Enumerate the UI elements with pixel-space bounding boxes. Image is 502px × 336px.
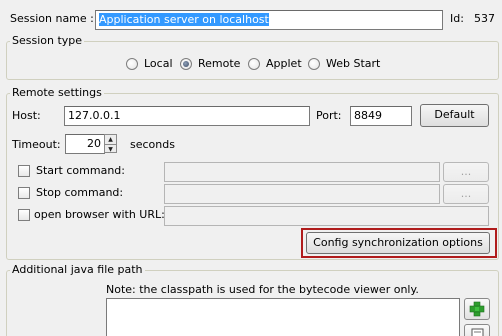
session-id-value: 537 bbox=[474, 12, 495, 25]
session-id-label: Id: bbox=[450, 12, 464, 25]
open-browser-label[interactable]: open browser with URL: bbox=[34, 208, 165, 222]
radio-web-start-label[interactable]: Web Start bbox=[326, 57, 380, 71]
timeout-value: 20 bbox=[87, 137, 101, 150]
timeout-input[interactable]: 20 bbox=[65, 134, 105, 154]
config-sync-button[interactable]: Config synchronization options bbox=[306, 232, 490, 254]
start-command-input[interactable] bbox=[164, 162, 440, 182]
add-path-button[interactable] bbox=[464, 298, 490, 320]
edit-path-button[interactable] bbox=[464, 324, 490, 336]
start-command-checkbox[interactable] bbox=[18, 165, 30, 177]
radio-web-start[interactable] bbox=[308, 58, 320, 70]
session-name-label: Session name : bbox=[10, 12, 94, 25]
radio-remote[interactable] bbox=[180, 58, 192, 70]
session-type-legend: Session type bbox=[10, 34, 85, 48]
radio-remote-label[interactable]: Remote bbox=[198, 57, 240, 71]
java-path-legend: Additional java file path bbox=[10, 263, 145, 277]
stop-command-label[interactable]: Stop command: bbox=[36, 186, 123, 200]
classpath-list[interactable] bbox=[106, 298, 460, 336]
timeout-spinner[interactable]: ▲ ▼ bbox=[104, 134, 117, 153]
start-command-browse-button[interactable]: ... bbox=[443, 162, 489, 182]
spinner-up-icon[interactable]: ▲ bbox=[105, 135, 116, 144]
port-label: Port: bbox=[316, 109, 342, 122]
radio-applet[interactable] bbox=[248, 58, 260, 70]
spinner-down-icon[interactable]: ▼ bbox=[105, 144, 116, 153]
host-label: Host: bbox=[12, 109, 41, 122]
radio-local[interactable] bbox=[126, 58, 138, 70]
port-input[interactable]: 8849 bbox=[350, 106, 412, 126]
open-browser-checkbox[interactable] bbox=[18, 209, 30, 221]
open-browser-url-input[interactable] bbox=[164, 206, 489, 226]
document-icon bbox=[471, 328, 484, 336]
start-command-label[interactable]: Start command: bbox=[36, 164, 125, 178]
stop-command-browse-button[interactable]: ... bbox=[443, 184, 489, 204]
radio-local-label[interactable]: Local bbox=[144, 57, 173, 71]
default-button[interactable]: Default bbox=[420, 104, 489, 127]
plus-icon bbox=[469, 301, 485, 317]
timeout-label: Timeout: bbox=[12, 138, 61, 151]
classpath-note: Note: the classpath is used for the byte… bbox=[106, 283, 419, 296]
host-value: 127.0.0.1 bbox=[68, 109, 121, 122]
timeout-unit-label: seconds bbox=[130, 138, 175, 151]
remote-settings-legend: Remote settings bbox=[10, 86, 104, 100]
stop-command-input[interactable] bbox=[164, 184, 440, 204]
port-value: 8849 bbox=[354, 109, 382, 122]
radio-applet-label[interactable]: Applet bbox=[266, 57, 302, 71]
host-input[interactable]: 127.0.0.1 bbox=[64, 106, 310, 126]
session-name-input[interactable]: Application server on localhost bbox=[95, 10, 443, 30]
stop-command-checkbox[interactable] bbox=[18, 187, 30, 199]
session-name-value: Application server on localhost bbox=[99, 13, 269, 26]
